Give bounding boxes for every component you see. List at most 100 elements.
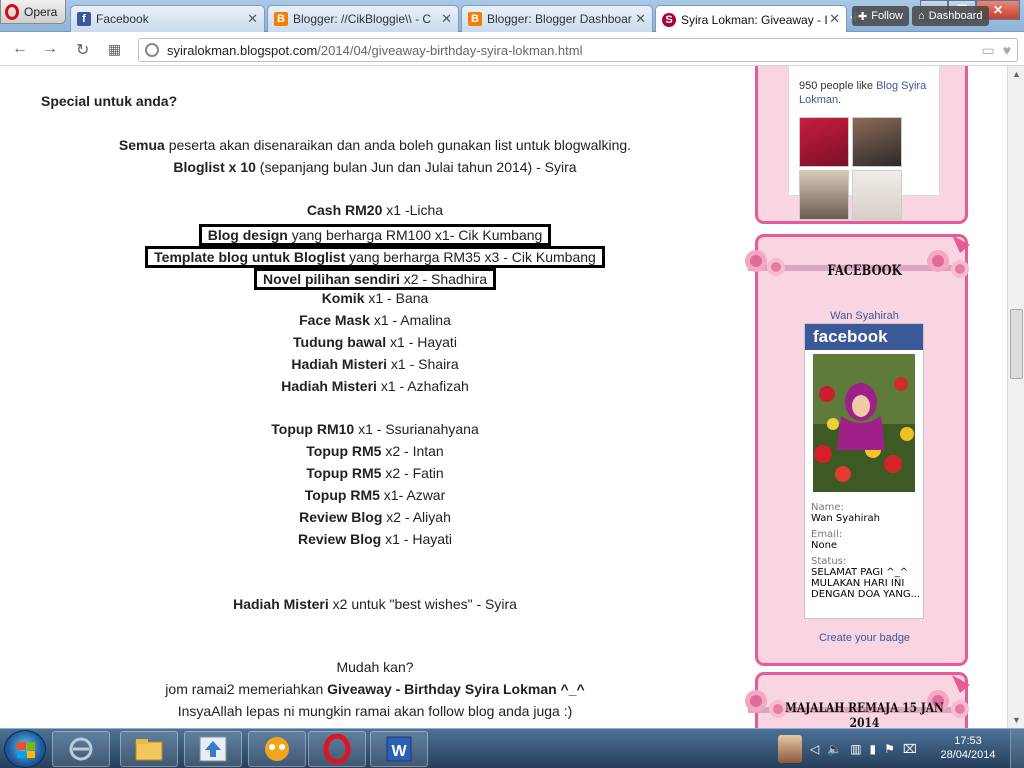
tab-blogger-cikbloggie[interactable]: B Blogger: //CikBloggie\\ - C ✕	[267, 5, 459, 32]
taskbar-app-explorer-icon[interactable]	[120, 731, 178, 767]
fan-avatar[interactable]	[799, 170, 849, 220]
forward-arrow-icon[interactable]: →	[42, 40, 58, 58]
show-desktop-button[interactable]	[1010, 729, 1024, 768]
prize-detail: x1 - Shaira	[387, 356, 459, 372]
power-icon[interactable]: ⌧	[903, 742, 917, 756]
tab-blogger-dashboard[interactable]: B Blogger: Blogger Dashboar ✕	[461, 5, 653, 32]
page-scrollbar[interactable]: ▲ ▼	[1007, 66, 1024, 728]
home-icon: ⌂	[918, 10, 925, 22]
fan-avatar[interactable]	[799, 117, 849, 167]
opera-menu-button[interactable]: Opera	[0, 0, 66, 24]
profile-photo	[813, 354, 915, 492]
fan-avatar[interactable]	[852, 170, 902, 220]
prize-name: Tudung bawal	[293, 334, 387, 350]
heart-icon[interactable]: ♥	[1003, 42, 1011, 59]
follow-button[interactable]: ✚ Follow	[852, 6, 910, 26]
line-prefix: jom ramai2 memeriahkan	[165, 681, 328, 697]
prize-detail: x2 - Fatin	[381, 465, 444, 481]
browser-toolbar: ← → ↻ ▦ syiralokman.blogspot.com /2014/0…	[0, 32, 1024, 66]
scroll-thumb[interactable]	[1010, 309, 1023, 379]
blogger-navbar: ✚ Follow ⌂ Dashboard	[852, 6, 989, 26]
prize-line: Mudah kan?	[0, 659, 750, 675]
prize-line: Hadiah Misteri x1 - Azhafizah	[0, 378, 750, 394]
like-count-text: 950 people like	[799, 80, 877, 92]
prize-name: Topup RM5	[306, 443, 382, 459]
prize-line: Cash RM20 x1 -Licha	[0, 202, 750, 218]
prize-line: Komik x1 - Bana	[0, 290, 750, 306]
page-icon[interactable]: ▭	[981, 42, 994, 59]
scroll-down-arrow-icon[interactable]: ▼	[1012, 715, 1021, 725]
clock-time: 17:53	[954, 735, 982, 747]
network-icon[interactable]: ▥	[850, 742, 861, 756]
create-badge-link[interactable]: Create your badge	[758, 632, 971, 644]
prize-line: Topup RM5 x2 - Fatin	[0, 465, 750, 481]
prize-name: Semua	[118, 137, 165, 153]
taskbar-app-messenger-icon[interactable]	[248, 731, 306, 767]
url-path: /2014/04/giveaway-birthday-syira-lokman.…	[317, 42, 583, 58]
speed-dial-grid-icon[interactable]: ▦	[108, 41, 121, 58]
prize-line: Bloglist x 10 (sepanjang bulan Jun dan J…	[0, 159, 750, 175]
taskbar-app-upload-icon[interactable]	[184, 731, 242, 767]
plus-icon: ✚	[858, 10, 868, 23]
status-label: Status:	[811, 556, 847, 567]
prize-detail: x2 - Intan	[381, 443, 444, 459]
prize-detail: x1 - Bana	[364, 290, 429, 306]
volume-icon[interactable]: 🔈	[827, 742, 842, 756]
prize-line: InsyaAllah lepas ni mungkin ramai akan f…	[0, 703, 750, 719]
facebook-profile-badge[interactable]: facebook Name: Wan Syahirah Email: None …	[804, 323, 924, 619]
taskbar-app-ie-icon[interactable]	[52, 731, 110, 767]
close-tab-icon[interactable]: ✕	[829, 11, 840, 27]
scroll-up-arrow-icon[interactable]: ▲	[1012, 69, 1021, 79]
address-bar-actions: ▭ ♥	[981, 42, 1011, 59]
close-tab-icon[interactable]: ✕	[635, 11, 646, 27]
reload-icon[interactable]: ↻	[76, 40, 89, 60]
address-bar[interactable]: syiralokman.blogspot.com /2014/04/giveaw…	[138, 38, 1018, 62]
url-host: syiralokman.blogspot.com	[167, 42, 318, 58]
prize-detail: x1- Azwar	[379, 487, 446, 503]
prize-detail: yang berharga RM35 x3 - Cik Kumbang	[345, 249, 596, 265]
prize-detail: Mudah kan?	[336, 659, 414, 675]
prize-line: Template blog untuk Bloglist yang berhar…	[0, 246, 750, 268]
like-count: 950 people like Blog Syira Lokman.	[799, 79, 931, 107]
prize-name: Topup RM5	[306, 465, 382, 481]
fan-avatar[interactable]	[852, 117, 902, 167]
name-label: Name:	[811, 502, 844, 513]
start-button[interactable]	[4, 730, 46, 768]
prize-line: Tudung bawal x1 - Hayati	[0, 334, 750, 350]
prize-detail: x2 - Shadhira	[399, 271, 488, 287]
taskbar-app-word-icon[interactable]: W	[370, 731, 428, 767]
show-hidden-icons-icon[interactable]: ◁	[810, 742, 819, 756]
battery-icon[interactable]: ▮	[870, 742, 877, 756]
close-tab-icon[interactable]: ✕	[247, 11, 258, 27]
dashboard-button[interactable]: ⌂ Dashboard	[912, 6, 989, 26]
globe-icon	[145, 43, 159, 57]
profile-name-link[interactable]: Wan Syahirah	[758, 310, 971, 322]
action-center-flag-icon[interactable]: ⚑	[884, 742, 895, 756]
prize-name: Hadiah Misteri	[281, 378, 377, 394]
prize-line: Blog design yang berharga RM100 x1- Cik …	[0, 224, 750, 246]
badge-details: Name: Wan Syahirah Email: None Status: S…	[811, 502, 923, 605]
user-avatar[interactable]	[778, 735, 802, 763]
prize-line: Topup RM5 x2 - Intan	[0, 443, 750, 459]
prize-line: Review Blog x1 - Hayati	[0, 531, 750, 547]
prize-detail: yang berharga RM100 x1- Cik Kumbang	[287, 227, 543, 243]
prize-line: Review Blog x2 - Aliyah	[0, 509, 750, 525]
back-arrow-icon[interactable]: ←	[12, 40, 28, 58]
prize-line: jom ramai2 memeriahkan Giveaway - Birthd…	[0, 681, 750, 697]
taskbar-clock[interactable]: 17:53 28/04/2014	[930, 734, 1006, 762]
prize-line: Topup RM10 x1 - Ssurianahyana	[0, 421, 750, 437]
taskbar-app-opera-icon[interactable]	[308, 731, 366, 767]
tab-syira-lokman[interactable]: S Syira Lokman: Giveaway - I ✕	[655, 5, 847, 33]
clock-date: 28/04/2014	[940, 749, 996, 761]
close-tab-icon[interactable]: ✕	[441, 11, 452, 27]
facebook-badge-widget: FACEBOOK Wan Syahirah facebook Name: Wan…	[745, 234, 971, 666]
prize-name: Bloglist x 10	[173, 159, 256, 175]
prize-name: Giveaway - Birthday Syira Lokman ^_^	[327, 681, 585, 697]
highlight-box: Template blog untuk Bloglist yang berhar…	[145, 246, 605, 268]
sidebar: 950 people like Blog Syira Lokman. FACEB…	[745, 66, 1006, 728]
tab-facebook[interactable]: f Facebook ✕	[70, 5, 265, 32]
like-suffix: .	[838, 94, 842, 106]
prize-name: Review Blog	[299, 509, 383, 525]
prize-detail: x1 - Hayati	[381, 531, 453, 547]
email-label: Email:	[811, 529, 843, 540]
